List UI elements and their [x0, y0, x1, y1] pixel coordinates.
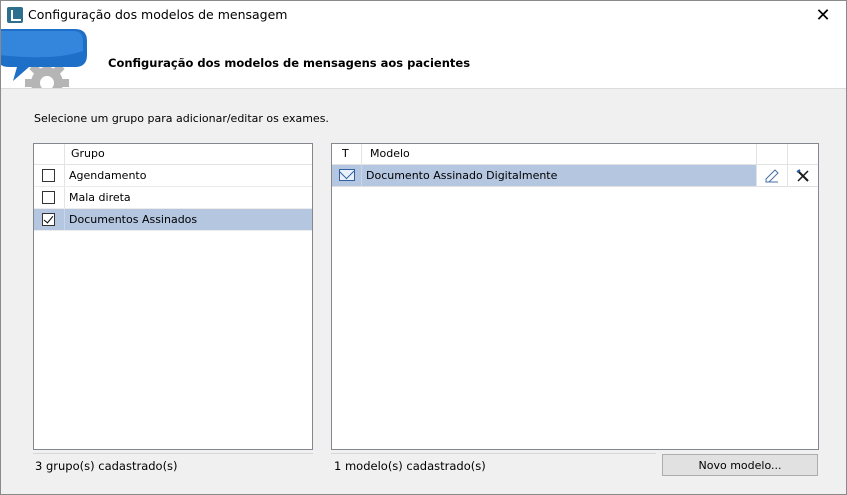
- delete-model-button[interactable]: [787, 165, 818, 186]
- close-button[interactable]: ✕: [800, 1, 846, 29]
- group-label: Documentos Assinados: [69, 213, 198, 226]
- models-grid-header: T Modelo: [332, 144, 818, 165]
- group-checkbox[interactable]: [42, 191, 55, 204]
- message-gear-logo-icon: [1, 29, 87, 88]
- models-count-status: 1 modelo(s) cadastrado(s): [334, 459, 486, 473]
- groups-grid[interactable]: Grupo Agendamento Mala direta Documentos…: [33, 143, 313, 450]
- new-model-button[interactable]: Novo modelo...: [662, 454, 818, 476]
- mail-icon: [339, 169, 355, 181]
- column-separator: [64, 209, 65, 230]
- groups-count-status: 3 grupo(s) cadastrado(s): [35, 459, 178, 473]
- column-separator: [787, 144, 788, 164]
- app-icon: [7, 7, 23, 23]
- models-grid[interactable]: T Modelo Documento Assinado Digitalmente: [331, 143, 819, 450]
- group-label: Agendamento: [69, 169, 147, 182]
- header-title: Configuração dos modelos de mensagens ao…: [108, 56, 471, 70]
- groups-status-separator: [33, 453, 313, 454]
- column-separator: [64, 165, 65, 186]
- delete-icon: [796, 168, 809, 182]
- column-separator: [361, 144, 362, 164]
- groups-grid-header: Grupo: [34, 144, 312, 165]
- group-checkbox[interactable]: [42, 169, 55, 182]
- column-header-modelo[interactable]: Modelo: [364, 144, 410, 164]
- group-row-agendamento[interactable]: Agendamento: [34, 165, 312, 187]
- title-bar: Configuração dos modelos de mensagem ✕: [1, 1, 846, 29]
- edit-pencil-icon: [765, 168, 779, 182]
- dialog-window: Configuração dos modelos de mensagem ✕ C…: [0, 0, 847, 495]
- instruction-text: Selecione um grupo para adicionar/editar…: [34, 112, 329, 125]
- group-row-documentos-assinados[interactable]: Documentos Assinados: [34, 209, 312, 231]
- group-checkbox-checked[interactable]: [42, 213, 55, 226]
- group-row-mala-direta[interactable]: Mala direta: [34, 187, 312, 209]
- models-status-separator: [331, 453, 656, 454]
- group-label: Mala direta: [69, 191, 131, 204]
- column-separator: [756, 144, 757, 164]
- column-header-grupo[interactable]: Grupo: [65, 144, 105, 164]
- model-label: Documento Assinado Digitalmente: [366, 169, 558, 182]
- window-title: Configuração dos modelos de mensagem: [28, 7, 288, 22]
- header-banner: Configuração dos modelos de mensagens ao…: [1, 29, 846, 89]
- column-separator: [361, 165, 362, 186]
- model-row[interactable]: Documento Assinado Digitalmente: [332, 165, 818, 187]
- column-header-type[interactable]: T: [336, 144, 349, 164]
- column-separator: [64, 187, 65, 208]
- edit-model-button[interactable]: [756, 165, 787, 186]
